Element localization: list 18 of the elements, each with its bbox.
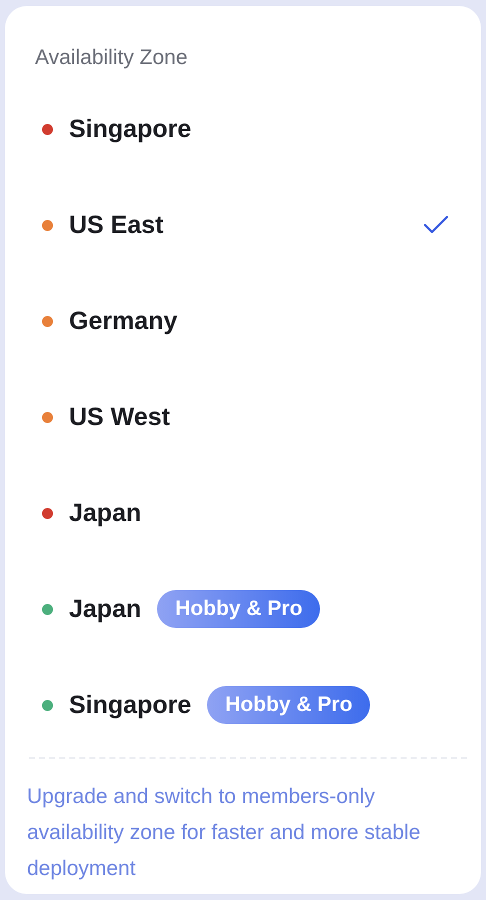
zone-option[interactable]: Singapore Hobby & Pro	[35, 657, 457, 753]
zone-name: Singapore	[69, 690, 192, 720]
zone-name: Japan	[69, 594, 142, 624]
zone-option[interactable]: Singapore	[35, 81, 457, 177]
zone-option[interactable]: Japan	[35, 465, 457, 561]
zone-option[interactable]: US East	[35, 177, 457, 273]
zone-name: US West	[69, 402, 170, 432]
plan-badge: Hobby & Pro	[157, 590, 320, 628]
zone-name: Japan	[69, 498, 142, 528]
zone-name: Germany	[69, 306, 178, 336]
plan-badge: Hobby & Pro	[207, 686, 370, 724]
upgrade-note: Upgrade and switch to members-only availability zone for faster and more stable deployment	[27, 784, 422, 882]
zone-name: Singapore	[69, 114, 192, 144]
section-header: Availability Zone	[35, 45, 189, 71]
zone-name: US East	[69, 210, 164, 240]
zone-option[interactable]: Japan Hobby & Pro	[35, 561, 457, 657]
zone-option[interactable]: Germany	[35, 273, 457, 369]
zone-option[interactable]: US West	[35, 369, 457, 465]
